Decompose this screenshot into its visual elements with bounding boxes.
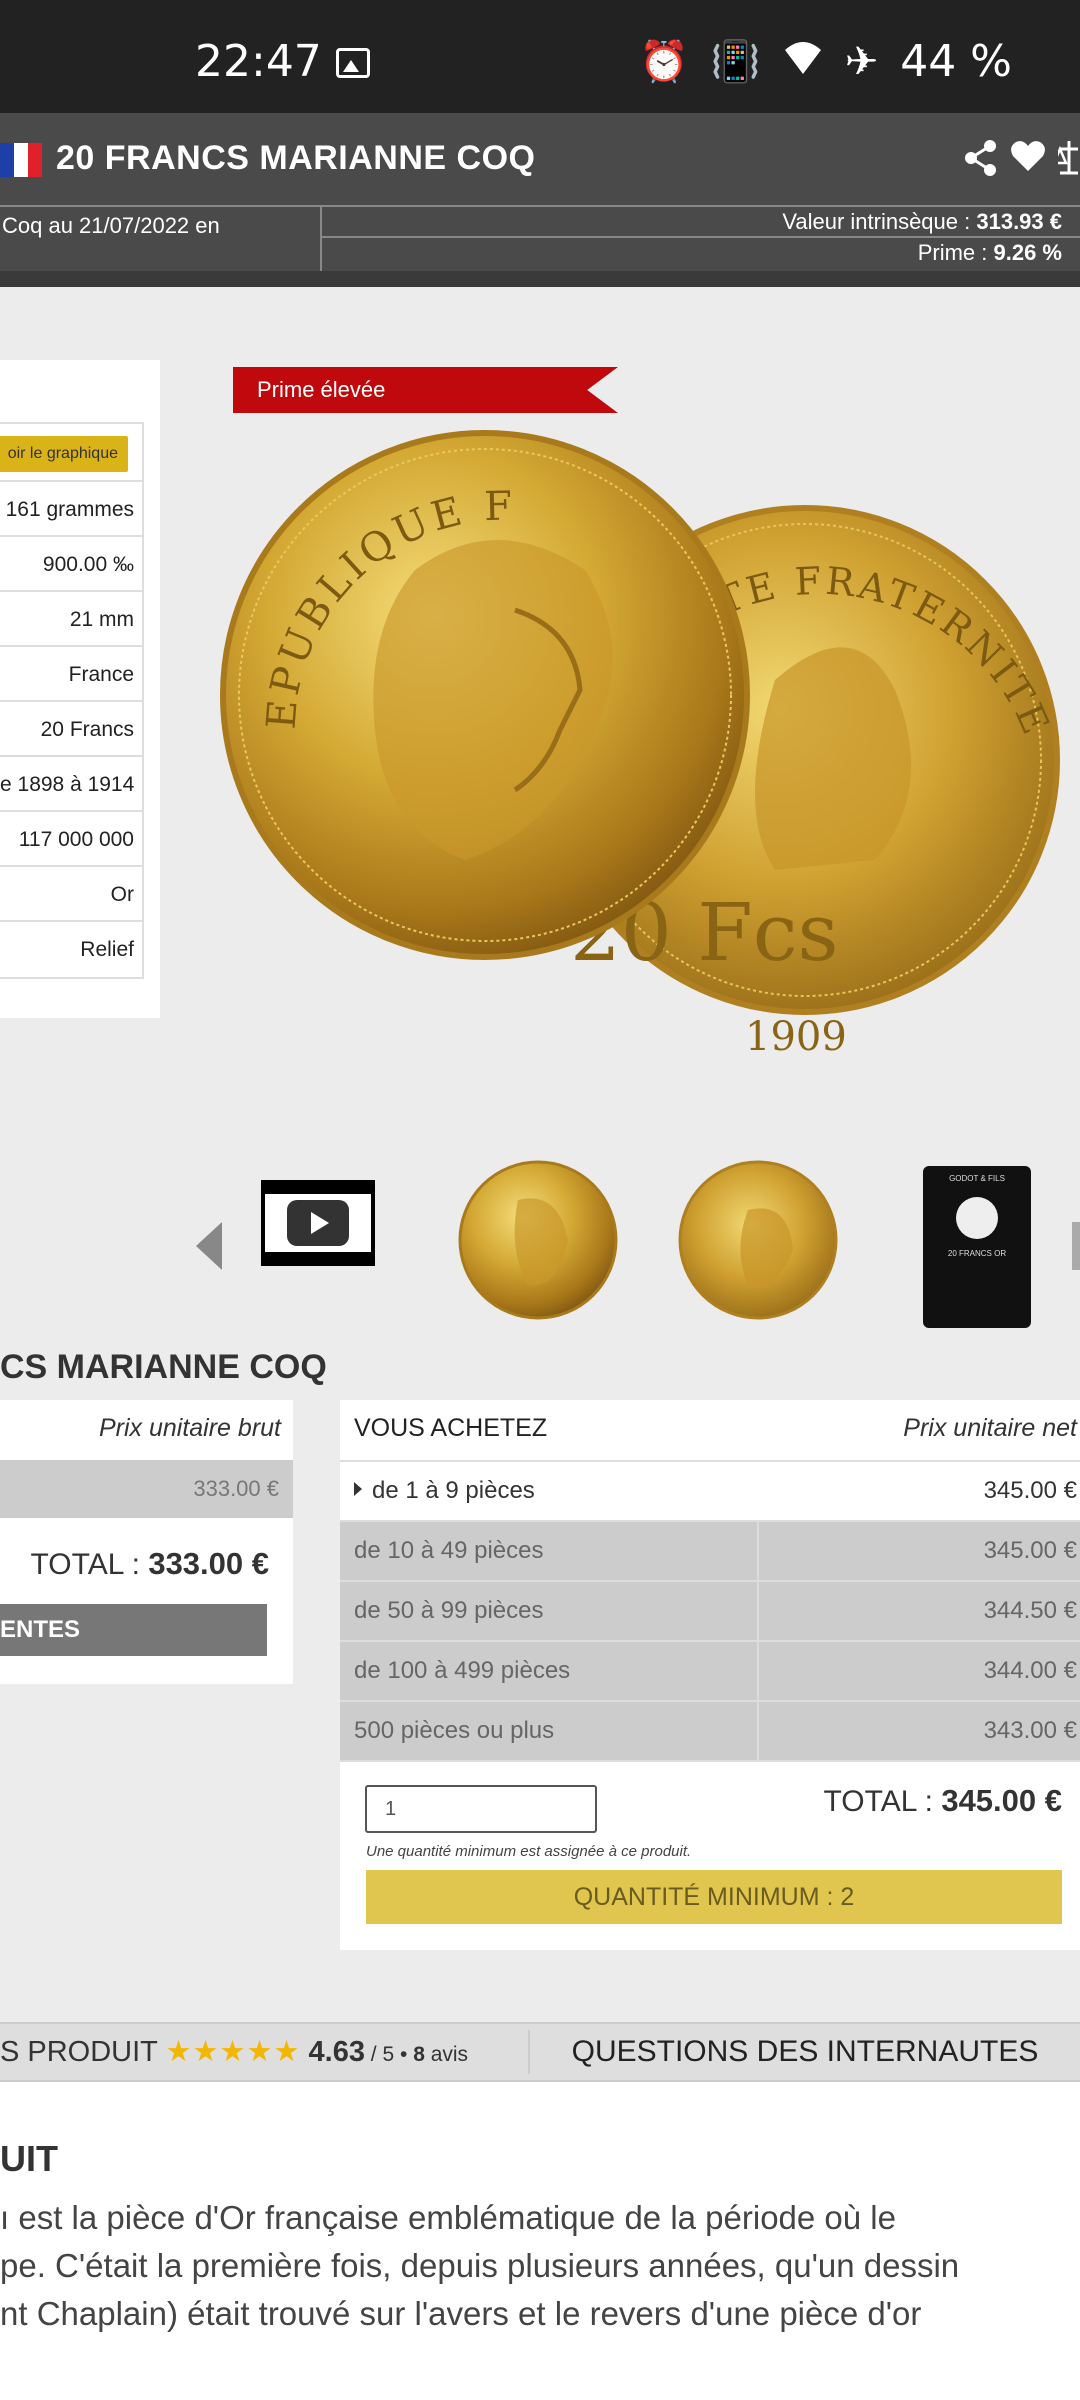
spec-mintage: 117 000 000: [0, 812, 142, 867]
price-tier-row[interactable]: de 10 à 49 pièces 345.00 €: [340, 1522, 1080, 1582]
thumbnail-obverse[interactable]: [458, 1160, 618, 1320]
total-value: 345.00 €: [941, 1783, 1062, 1818]
status-time: 22:47: [195, 36, 322, 87]
tier-price: 343.00 €: [983, 1717, 1077, 1744]
spec-country: France: [0, 647, 142, 702]
compare-scale-icon[interactable]: [1052, 139, 1080, 187]
rating-value: 4.63: [308, 2036, 365, 2068]
card-brand-text: GODOT & FILS: [949, 1174, 1005, 1183]
tier-label: de 50 à 99 pièces: [354, 1597, 544, 1624]
price-tier-row[interactable]: 500 pièces ou plus 343.00 €: [340, 1702, 1080, 1762]
alarm-icon: ⏰: [639, 38, 689, 85]
tier-price: 345.00 €: [983, 1537, 1077, 1564]
carousel-next-arrow-icon[interactable]: [1072, 1222, 1080, 1270]
thumbnail-packaging[interactable]: GODOT & FILS 20 FRANCS OR: [923, 1166, 1031, 1328]
description-line: pe. C'était la première fois, depuis plu…: [0, 2247, 960, 2284]
france-flag-icon: [0, 143, 42, 177]
coin-obverse: EPUBLIQUE FRANÇAISE: [196, 394, 750, 960]
card-product-text: 20 FRANCS OR: [947, 1249, 1007, 1258]
tab-questions[interactable]: QUESTIONS DES INTERNAUTES: [530, 2024, 1080, 2080]
product-description: UIT ı est la pièce d'Or française emblém…: [0, 2082, 1080, 2400]
vibrate-icon: 📳: [710, 38, 761, 85]
tier-price: 345.00 €: [983, 1477, 1077, 1504]
page-title: 20 FRANCS MARIANNE COQ: [56, 139, 536, 177]
sell-price-row: 333.00 €: [0, 1460, 293, 1518]
price-date-text: Coq au 21/07/2022 en: [2, 213, 220, 238]
youtube-play-icon: [287, 1200, 349, 1246]
reviews-count: 8: [413, 2043, 425, 2066]
price-tier-row[interactable]: de 50 à 99 pièces 344.50 €: [340, 1582, 1080, 1642]
image-icon: [336, 48, 370, 78]
net-unit-price-header: Prix unitaire net: [903, 1414, 1077, 1442]
spec-fineness: 900.00 ‰: [0, 537, 142, 592]
rating-stars-icon: ★★★★★: [165, 2036, 301, 2068]
video-thumbnail[interactable]: [261, 1180, 375, 1266]
tier-label: 500 pièces ou plus: [354, 1717, 555, 1744]
tab-reviews-label: S PRODUIT: [0, 2036, 158, 2068]
view-chart-button[interactable]: oir le graphique: [0, 436, 128, 472]
price-summary-bar: Coq au 21/07/2022 en Valeur intrinsèque …: [0, 205, 1080, 287]
tier-price: 344.50 €: [983, 1597, 1077, 1624]
wifi-icon: [783, 40, 823, 83]
spec-years: e 1898 à 1914: [0, 757, 142, 812]
product-title: CS MARIANNE COQ: [0, 1348, 327, 1386]
premium-row: Prime : 9.26 %: [322, 238, 1080, 269]
premium-value: 9.26 %: [993, 240, 1063, 265]
tier-label: de 10 à 49 pièces: [354, 1537, 544, 1564]
sell-total: TOTAL : 333.00 €: [31, 1546, 269, 1582]
intrinsic-value: 313.93 €: [976, 209, 1062, 234]
total-label: TOTAL :: [823, 1785, 942, 1818]
coin-year-text: 1909: [745, 1014, 847, 1060]
rating-scale: / 5 •: [364, 2043, 414, 2066]
spec-row: oir le graphique: [0, 424, 142, 482]
total-label: TOTAL :: [30, 1548, 149, 1581]
sell-button[interactable]: ENTES: [0, 1604, 267, 1656]
spec-face-value: 20 Francs: [0, 702, 142, 757]
thumbnail-carousel: GODOT & FILS 20 FRANCS OR: [0, 1160, 1080, 1335]
description-line: ı est la pièce d'Or française emblématiq…: [0, 2199, 896, 2236]
status-bar: 22:47 ⏰ 📳 ✈ 44 %: [0, 0, 1080, 113]
tier-price: 344.00 €: [983, 1657, 1077, 1684]
product-header: 20 FRANCS MARIANNE COQ: [0, 113, 1080, 205]
spec-finish: Relief: [80, 938, 134, 961]
card-coin-window: [956, 1197, 998, 1239]
tier-label: de 100 à 499 pièces: [354, 1657, 571, 1684]
product-tabs: S PRODUIT ★★★★★ 4.63 / 5 • 8 avis QUESTI…: [0, 2022, 1080, 2082]
intrinsic-value-row: Valeur intrinsèque : 313.93 €: [322, 207, 1080, 238]
thumbnail-reverse[interactable]: [678, 1160, 838, 1320]
tab-reviews[interactable]: S PRODUIT ★★★★★ 4.63 / 5 • 8 avis: [0, 2024, 528, 2080]
heart-icon[interactable]: [1010, 139, 1046, 187]
spec-diameter: 21 mm: [0, 592, 142, 647]
caret-right-icon: [354, 1482, 362, 1496]
description-title: UIT: [0, 2138, 58, 2179]
buy-price-card: VOUS ACHETEZ Prix unitaire net de 1 à 9 …: [340, 1400, 1080, 1950]
premium-label: Prime :: [917, 240, 994, 265]
price-tier-row[interactable]: de 1 à 9 pièces 345.00 €: [340, 1462, 1080, 1522]
airplane-icon: ✈: [844, 38, 879, 85]
buy-total: TOTAL : 345.00 €: [824, 1783, 1062, 1819]
share-icon[interactable]: [964, 139, 998, 187]
spec-metal: Or: [0, 867, 142, 922]
total-value: 333.00 €: [148, 1546, 269, 1581]
price-tier-row[interactable]: de 100 à 499 pièces 344.00 €: [340, 1642, 1080, 1702]
sell-price-card: Prix unitaire brut 333.00 € TOTAL : 333.…: [0, 1400, 293, 1684]
premium-ribbon: Prime élevée: [233, 367, 618, 413]
battery-level: 44 %: [900, 36, 1012, 87]
specs-card: oir le graphique 161 grammes 900.00 ‰ 21…: [0, 360, 160, 1018]
spec-weight: 161 grammes: [0, 482, 142, 537]
quantity-input[interactable]: 1: [365, 1785, 597, 1833]
carousel-prev-arrow-icon[interactable]: [196, 1222, 222, 1270]
description-line: nt Chaplain) était trouvé sur l'avers et…: [0, 2295, 922, 2332]
tier-label: de 1 à 9 pièces: [372, 1477, 535, 1504]
reviews-word: avis: [424, 2043, 469, 2066]
intrinsic-value-label: Valeur intrinsèque :: [782, 209, 977, 234]
you-buy-header: VOUS ACHETEZ: [354, 1414, 548, 1442]
minimum-quantity-note: Une quantité minimum est assignée à ce p…: [366, 1843, 692, 1860]
minimum-quantity-button[interactable]: QUANTITÉ MINIMUM : 2: [366, 1870, 1062, 1924]
gross-unit-price-header: Prix unitaire brut: [98, 1414, 281, 1442]
divider: [0, 271, 1080, 287]
product-image[interactable]: LITE FRATERNITE 20 Fcs 1909 EPUBLIQUE FR…: [196, 394, 1080, 1090]
